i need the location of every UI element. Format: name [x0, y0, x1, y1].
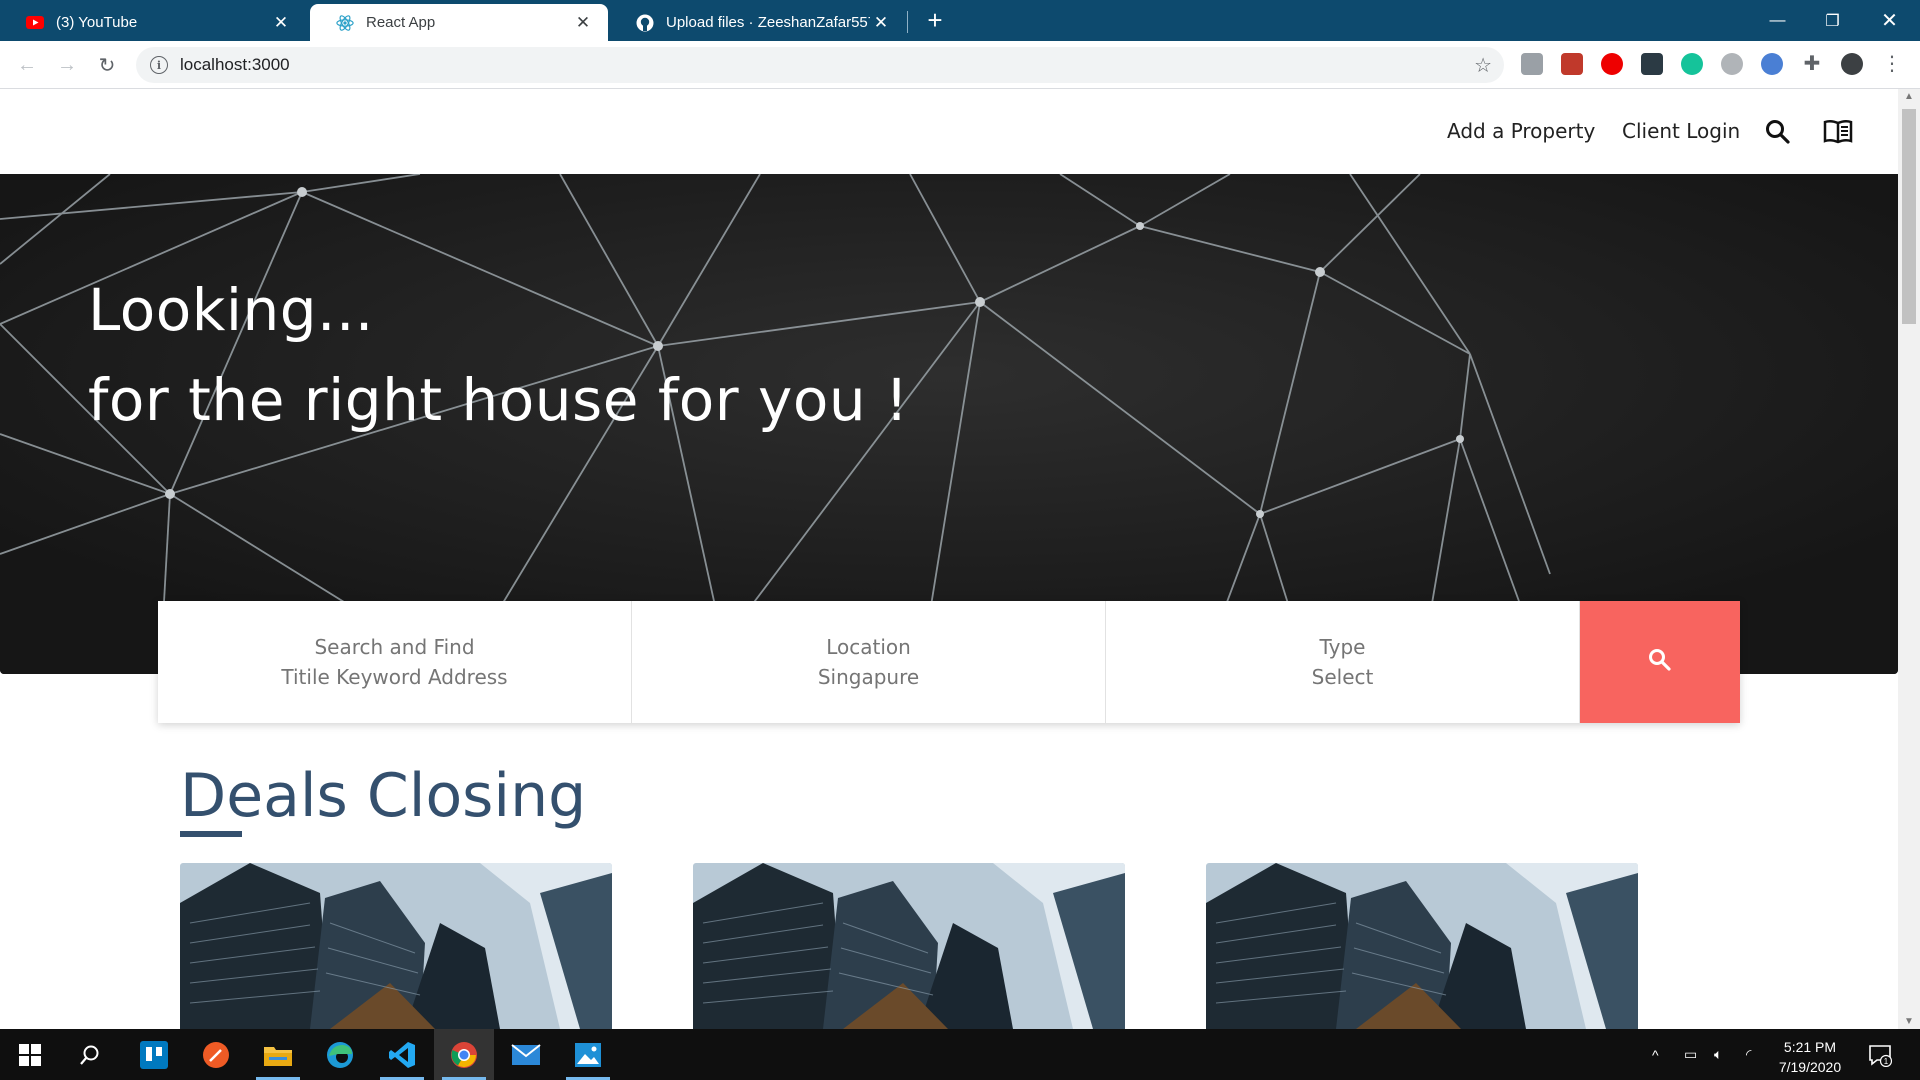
mail-icon[interactable] [496, 1029, 556, 1080]
field-label: Search and Find [314, 635, 475, 659]
grammarly-icon[interactable] [1681, 53, 1703, 75]
keyword-search-field[interactable]: Search and Find Titile Keyword Address [158, 601, 632, 723]
edge-icon[interactable] [310, 1029, 370, 1080]
vscode-icon[interactable] [372, 1029, 432, 1080]
hero-banner: Looking... for the right house for you ! [0, 174, 1898, 674]
tab-react-app[interactable]: React App ✕ [310, 4, 608, 41]
extension-icon[interactable] [1641, 53, 1663, 75]
hero-heading-line1: Looking... [88, 276, 374, 344]
trello-icon[interactable] [124, 1029, 184, 1080]
clock-time: 5:21 PM [1783, 1039, 1837, 1055]
field-value: Select [1311, 665, 1374, 689]
show-hidden-icons-chevron-icon[interactable]: ^ [1652, 1029, 1659, 1080]
taskbar-search-icon[interactable] [60, 1029, 120, 1080]
tab-title: (3) YouTube [56, 14, 138, 31]
close-tab-icon[interactable]: ✕ [572, 12, 594, 34]
book-menu-icon[interactable] [1823, 118, 1853, 146]
close-window-button[interactable]: ✕ [1862, 0, 1917, 41]
windows-start-icon[interactable] [0, 1029, 60, 1080]
section-title: Deals Closing [180, 761, 587, 831]
type-select[interactable]: Type Select [1106, 601, 1580, 723]
minimize-button[interactable]: — [1750, 0, 1805, 41]
page-viewport: Add a Property Client Login Looking... f… [0, 89, 1898, 1029]
new-tab-button[interactable]: + [920, 6, 950, 36]
react-icon [336, 14, 354, 32]
tab-github-upload[interactable]: Upload files · ZeeshanZafar557/s ✕ [610, 4, 906, 41]
forward-button[interactable]: → [53, 51, 81, 79]
close-tab-icon[interactable]: ✕ [270, 12, 292, 34]
bookmark-star-icon[interactable]: ☆ [1474, 53, 1492, 78]
search-icon [1647, 647, 1673, 678]
location-select[interactable]: Location Singapure [632, 601, 1106, 723]
volume-icon[interactable]: 🔈︎ [1714, 1029, 1722, 1080]
reload-button[interactable]: ↻ [93, 51, 121, 79]
scroll-up-arrow-icon[interactable]: ▲ [1904, 91, 1914, 102]
field-value: Titile Keyword Address [281, 665, 508, 689]
windows-taskbar: ^ ▭ 🔈︎ ◜ 5:21 PM 7/19/2020 1 [0, 1029, 1920, 1080]
site-info-icon[interactable]: i [150, 56, 168, 74]
tab-title: Upload files · ZeeshanZafar557/s [666, 14, 870, 31]
close-tab-icon[interactable]: ✕ [870, 12, 892, 34]
profile-avatar[interactable] [1841, 53, 1863, 75]
scroll-down-arrow-icon[interactable]: ▼ [1904, 1016, 1914, 1027]
clock-date: 7/19/2020 [1778, 1059, 1842, 1075]
github-icon [636, 14, 654, 32]
search-icon[interactable] [1764, 118, 1794, 146]
add-property-link[interactable]: Add a Property [1447, 119, 1595, 143]
client-login-link[interactable]: Client Login [1622, 119, 1740, 143]
skyscraper-photo [1206, 863, 1638, 1029]
extension-icon[interactable] [1721, 53, 1743, 75]
deal-card-image[interactable] [693, 863, 1125, 1029]
chrome-taskbar-icon[interactable] [434, 1029, 494, 1080]
wifi-icon[interactable]: ◜ [1746, 1029, 1751, 1080]
deal-card-image[interactable] [180, 863, 612, 1029]
skyscraper-photo [180, 863, 612, 1029]
battery-icon[interactable]: ▭ [1684, 1029, 1697, 1080]
deal-card-image[interactable] [1206, 863, 1638, 1029]
extension-icon[interactable] [1601, 53, 1623, 75]
action-center-icon[interactable]: 1 [1868, 1029, 1892, 1080]
field-label: Location [826, 635, 911, 659]
extension-icon[interactable] [1521, 53, 1543, 75]
address-bar[interactable]: i localhost:3000 ☆ [136, 47, 1504, 83]
chrome-menu-icon[interactable]: ⋮ [1881, 53, 1903, 75]
browser-tab-strip: (3) YouTube ✕ React App ✕ Upload files ·… [0, 0, 1920, 41]
field-value: Singapure [817, 665, 920, 689]
field-label: Type [1319, 635, 1366, 659]
extension-icon[interactable] [1561, 53, 1583, 75]
tab-youtube[interactable]: (3) YouTube ✕ [0, 4, 306, 41]
notification-count: 1 [1884, 1057, 1889, 1066]
extension-icon[interactable] [1761, 53, 1783, 75]
youtube-icon [26, 14, 44, 32]
extensions-puzzle-icon[interactable]: ✚ [1801, 53, 1823, 75]
property-search-bar: Search and Find Titile Keyword Address L… [158, 601, 1740, 723]
back-button[interactable]: ← [13, 51, 41, 79]
url-text: localhost:3000 [180, 55, 290, 74]
hero-heading-line2: for the right house for you ! [88, 366, 909, 434]
tab-separator [907, 11, 908, 33]
search-submit-button[interactable] [1580, 601, 1740, 723]
photos-icon[interactable] [558, 1029, 618, 1080]
browser-toolbar: ← → ↻ i localhost:3000 ☆ [0, 41, 1920, 89]
taskbar-clock[interactable]: 5:21 PM 7/19/2020 [1760, 1037, 1860, 1077]
site-navbar: Add a Property Client Login [0, 89, 1898, 174]
scrollbar-thumb[interactable] [1902, 109, 1916, 324]
file-explorer-icon[interactable] [248, 1029, 308, 1080]
title-underline [180, 831, 242, 837]
postman-icon[interactable] [186, 1029, 246, 1080]
restore-button[interactable]: ❐ [1805, 0, 1860, 41]
skyscraper-photo [693, 863, 1125, 1029]
page-scrollbar[interactable]: ▲ ▼ [1898, 89, 1920, 1029]
tab-title: React App [366, 14, 436, 31]
